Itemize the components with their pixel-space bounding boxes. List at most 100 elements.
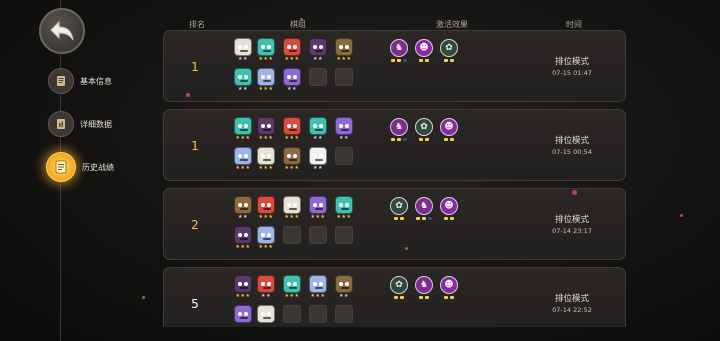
back-button[interactable]: [39, 8, 85, 54]
chess-piece[interactable]: ★★: [232, 68, 254, 92]
purple-mage-icon: [234, 305, 252, 323]
synergy-badge[interactable]: ☻: [440, 118, 458, 141]
star-level: ★★★: [258, 214, 274, 220]
purple-mage-icon: [283, 68, 301, 86]
synergy-badge[interactable]: ✿: [390, 276, 408, 299]
knight-icon: ♞: [415, 197, 433, 215]
white-skull-icon: [234, 38, 252, 56]
chess-piece[interactable]: [232, 305, 254, 327]
chess-piece[interactable]: ★★: [333, 275, 355, 299]
rank-value: 1: [191, 139, 199, 153]
chess-piece[interactable]: ★★★: [255, 196, 277, 220]
star-level: ★★: [313, 165, 323, 171]
synergy-badge[interactable]: ♞: [390, 118, 408, 141]
match-row[interactable]: 5 ★★★ ★★ ★★★ ★★★ ★★ ✿ ♞ ☻ 排位模式 07-14 22:52: [163, 267, 626, 327]
dark-demon-icon: [234, 226, 252, 244]
chess-piece[interactable]: ★★★: [255, 38, 277, 62]
chess-piece[interactable]: ★★: [255, 275, 277, 299]
chess-piece[interactable]: ★★: [232, 38, 254, 62]
header-pieces: 棋组: [290, 20, 306, 29]
particle: [405, 247, 408, 250]
chess-piece[interactable]: [255, 305, 277, 327]
blue-knight-icon: [257, 226, 275, 244]
star-level: ★★★: [284, 135, 300, 141]
star-level: ★★: [339, 293, 349, 299]
white-skull-icon: [257, 147, 275, 165]
star-level: ★★★: [336, 214, 352, 220]
document-icon: [48, 68, 74, 94]
white-yeti-icon: [309, 147, 327, 165]
star-level: ★★★: [258, 165, 274, 171]
chess-piece[interactable]: ★★: [232, 196, 254, 220]
chess-piece[interactable]: ★★★: [307, 275, 329, 299]
chess-piece[interactable]: ★★: [307, 117, 329, 141]
chess-piece[interactable]: ★★★: [307, 196, 329, 220]
match-row[interactable]: 1 ★★ ★★★ ★★★ ★★ ★★★ ★★ ★★★ ★★ ♞ ☻ ✿ 排位模式 07-15 01:47: [163, 30, 626, 102]
empty-slot: [335, 147, 353, 165]
nav-label: 历史战绩: [82, 162, 114, 172]
chess-piece[interactable]: ★★★: [281, 147, 303, 171]
chess-piece[interactable]: ★★: [281, 68, 303, 92]
synergy-badge[interactable]: ✿: [440, 39, 458, 62]
chess-piece[interactable]: ★★★: [255, 226, 277, 250]
chess-piece[interactable]: ★★★: [232, 147, 254, 171]
star-level: ★★★: [258, 86, 274, 92]
header-rank: 排名: [189, 20, 205, 29]
chess-piece[interactable]: ★★: [333, 117, 355, 141]
blue-knight-icon: [257, 68, 275, 86]
chess-piece[interactable]: ★★★: [281, 275, 303, 299]
nav-item-match-history[interactable]: 历史战绩: [46, 152, 114, 182]
synergy-badge[interactable]: ☻: [440, 197, 458, 220]
star-level: ★★: [287, 86, 297, 92]
star-level: ★★: [313, 56, 323, 62]
synergy-level-bars: [390, 59, 408, 62]
chess-piece[interactable]: ★★★: [333, 38, 355, 62]
rank-value: 5: [191, 297, 199, 311]
star-level: ★★★: [235, 135, 251, 141]
synergy-badge[interactable]: ♞: [415, 276, 433, 299]
star-level: [232, 323, 254, 327]
chess-piece[interactable]: ★★★: [333, 196, 355, 220]
purple-mage-icon: [309, 196, 327, 214]
synergy-level-bars: [390, 296, 408, 299]
rank-value: 2: [191, 218, 199, 232]
chess-piece[interactable]: ★★: [307, 147, 329, 171]
synergy-badge[interactable]: ✿: [390, 197, 408, 220]
teal-robot-icon: [335, 196, 353, 214]
white-skull-icon: [257, 305, 275, 323]
match-row[interactable]: 1 ★★★ ★★★ ★★★ ★★ ★★ ★★★ ★★★ ★★★ ★★ ♞ ✿ ☻ 排位模式 07-15 00…: [163, 109, 626, 181]
star-level: ★★★: [235, 244, 251, 250]
brown-beast-icon: [335, 275, 353, 293]
chess-piece[interactable]: ★★★: [281, 196, 303, 220]
red-vampire-icon: [283, 38, 301, 56]
chess-piece[interactable]: ★★★: [281, 117, 303, 141]
nav-item-detailed-data[interactable]: 详细数据: [48, 111, 112, 137]
teal-robot-icon: [283, 275, 301, 293]
chess-piece[interactable]: ★★★: [255, 68, 277, 92]
star-level: [255, 323, 277, 327]
synergy-badge[interactable]: ✿: [415, 118, 433, 141]
match-row[interactable]: 2 ★★ ★★★ ★★★ ★★★ ★★★ ★★★ ★★★ ✿ ♞ ☻ 排位模式 07-14 23:17: [163, 188, 626, 260]
synergy-badge[interactable]: ☻: [440, 276, 458, 299]
chess-piece[interactable]: ★★: [307, 38, 329, 62]
synergy-badge[interactable]: ♞: [390, 39, 408, 62]
match-time: 07-15 01:47: [552, 69, 592, 77]
chess-piece[interactable]: ★★★: [232, 226, 254, 250]
synergy-level-bars: [440, 296, 458, 299]
nav-item-basic-info[interactable]: 基本信息: [48, 68, 112, 94]
synergy-badge[interactable]: ♞: [415, 197, 433, 220]
stats-document-icon: [48, 111, 74, 137]
tree-icon: ✿: [390, 276, 408, 294]
synergy-level-bars: [415, 59, 433, 62]
match-history-list[interactable]: 1 ★★ ★★★ ★★★ ★★ ★★★ ★★ ★★★ ★★ ♞ ☻ ✿ 排位模式 07-15 01:47 1…: [163, 30, 628, 327]
chess-piece[interactable]: ★★★: [281, 38, 303, 62]
game-mode: 排位模式: [554, 57, 589, 67]
chess-piece[interactable]: ★★★: [255, 147, 277, 171]
chess-piece[interactable]: ★★★: [232, 275, 254, 299]
brown-beast-icon: [335, 38, 353, 56]
demon-icon: ☻: [415, 39, 433, 57]
synergy-level-bars: [415, 138, 433, 141]
chess-piece[interactable]: ★★★: [232, 117, 254, 141]
synergy-badge[interactable]: ☻: [415, 39, 433, 62]
chess-piece[interactable]: ★★★: [255, 117, 277, 141]
